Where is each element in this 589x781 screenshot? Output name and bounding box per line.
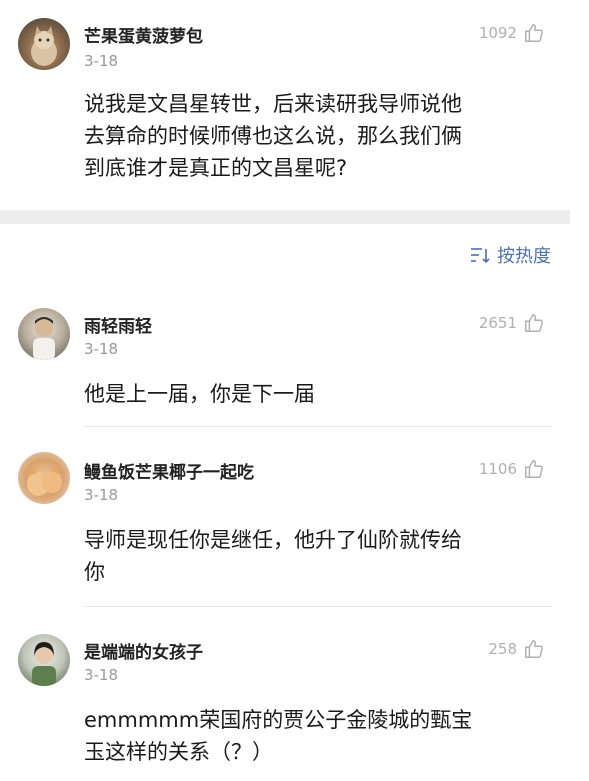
- comment-text-line: 玉这样的关系（？）: [84, 740, 273, 764]
- post-author[interactable]: 芒果蛋黄菠萝包: [84, 22, 203, 47]
- comment-like-button[interactable]: 2651: [479, 312, 545, 334]
- post-text-line: 去算命的时候师傅也这么说，那么我们俩: [84, 124, 462, 148]
- avatar[interactable]: [18, 18, 70, 70]
- comment-like-count: 258: [488, 640, 517, 658]
- post-text-line: 到底谁才是真正的文昌星呢?: [84, 156, 348, 180]
- comment-text-line: emmmmm荣国府的贾公子金陵城的甄宝: [84, 708, 473, 732]
- person-avatar-icon: [33, 317, 55, 360]
- comment-text: 他是上一届，你是下一届: [84, 378, 315, 410]
- comment-text: emmmmm荣国府的贾公子金陵城的甄宝 玉这样的关系（？）: [84, 704, 472, 768]
- thumbs-up-icon: [525, 24, 543, 42]
- comment-divider: [84, 426, 552, 427]
- comment-like-button[interactable]: 1106: [479, 458, 545, 480]
- comment-text-line: 你: [84, 560, 105, 584]
- comment-like-count: 1106: [478, 460, 517, 478]
- post-date: 3-18: [84, 52, 119, 70]
- cat-avatar-icon: [27, 464, 62, 496]
- comment-like-count: 2651: [478, 314, 517, 332]
- thumbs-up-icon: [525, 460, 543, 478]
- post-like-button[interactable]: 1092: [479, 22, 545, 44]
- comment-author[interactable]: 鳗鱼饭芒果椰子一起吃: [84, 458, 254, 483]
- sort-icon: [471, 248, 490, 264]
- thumbs-up-icon: [525, 640, 543, 658]
- comment-text-line: 他是上一届，你是下一届: [84, 382, 315, 406]
- avatar[interactable]: [18, 634, 70, 686]
- avatar[interactable]: [18, 452, 70, 504]
- comment-date: 3-18: [84, 666, 119, 684]
- thumbs-up-icon: [525, 314, 543, 332]
- main-post: 芒果蛋黄菠萝包 3-18 1092 说我是文昌星转世，后来读研我导师说他 去算命…: [0, 0, 589, 210]
- sort-label: 按热度: [497, 246, 551, 267]
- avatar[interactable]: [18, 308, 70, 360]
- comment-date: 3-18: [84, 340, 119, 358]
- section-divider: [0, 210, 570, 224]
- comment-date: 3-18: [84, 486, 119, 504]
- comment-author[interactable]: 雨轻雨轻: [84, 312, 152, 337]
- post-text: 说我是文昌星转世，后来读研我导师说他 去算命的时候师傅也这么说，那么我们俩 到底…: [84, 88, 462, 184]
- post-text-line: 说我是文昌星转世，后来读研我导师说他: [84, 92, 462, 116]
- comment-divider: [84, 606, 552, 607]
- sort-by-hot-button[interactable]: 按热度: [469, 242, 551, 268]
- cat-avatar-icon: [31, 26, 57, 66]
- comment-like-button[interactable]: 258: [488, 638, 545, 660]
- comment-text: 导师是现任你是继任，他升了仙阶就传给 你: [84, 524, 462, 588]
- person-avatar-icon: [32, 642, 56, 686]
- comment-author[interactable]: 是端端的女孩子: [84, 638, 203, 663]
- comment-text-line: 导师是现任你是继任，他升了仙阶就传给: [84, 528, 462, 552]
- post-like-count: 1092: [478, 24, 517, 42]
